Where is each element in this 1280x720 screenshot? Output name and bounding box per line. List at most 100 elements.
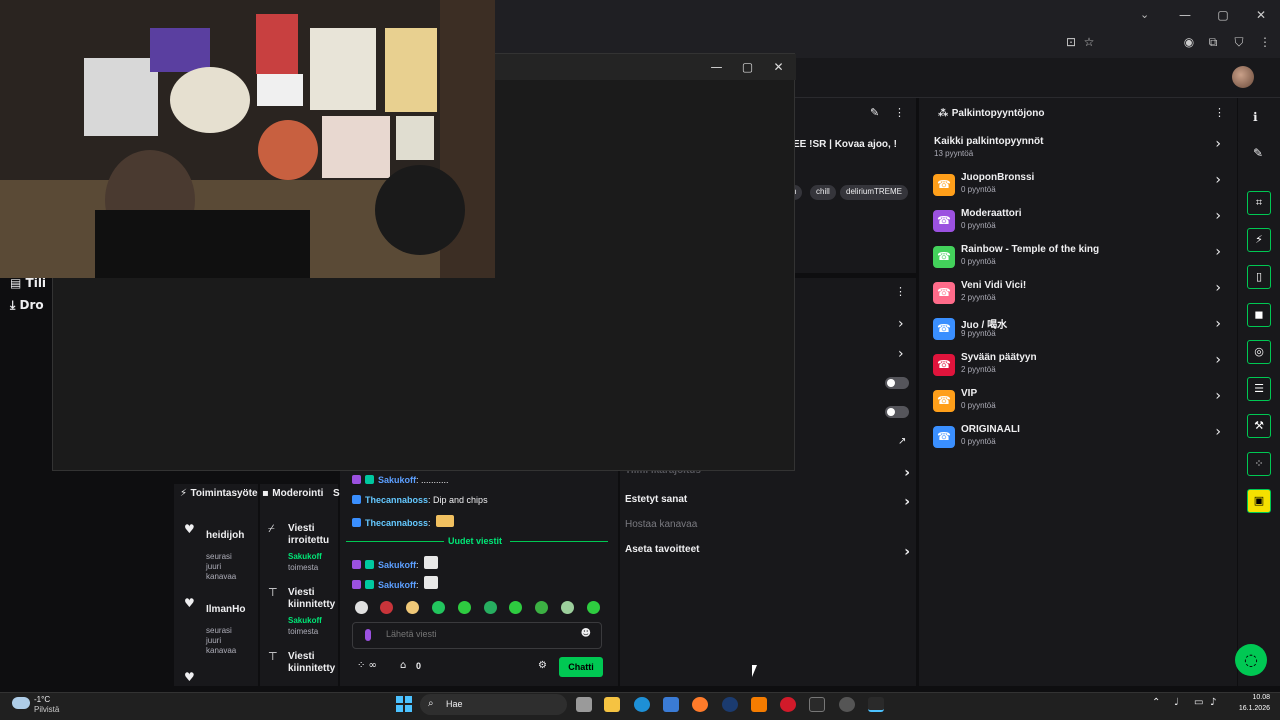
chat-username[interactable]: Sakukoff (378, 580, 416, 590)
chat-username[interactable]: Thecannaboss (365, 518, 428, 528)
popup-maximize-button[interactable]: ▢ (732, 60, 763, 74)
reward-item[interactable]: ☎ JuoponBronssi 0 pyyntöä › (933, 172, 1221, 208)
volume-icon[interactable]: ♪ (1210, 697, 1216, 708)
account-icon[interactable]: ◉ (1180, 35, 1198, 51)
points-icon[interactable]: ⁘ ∞ (357, 660, 377, 671)
left-nav-item-1[interactable]: ▤ Tili (10, 276, 46, 290)
reward-item[interactable]: ☎ Syvään päätyyn 2 pyyntöä › (933, 352, 1221, 388)
chat-bubble-icon[interactable]: ◼ (1247, 303, 1271, 327)
toggle[interactable] (885, 377, 909, 389)
chat-input[interactable] (386, 629, 566, 639)
tab-list-chevron-icon[interactable]: ⌄ (1140, 8, 1149, 21)
pencil-icon[interactable]: ✎ (1253, 146, 1263, 160)
reward-item[interactable]: ☎ ORIGINAALI 0 pyyntöä › (933, 424, 1221, 460)
tag[interactable]: chill (810, 185, 836, 200)
settings-gear-icon[interactable]: ⚙ (538, 660, 547, 671)
emote-icon[interactable] (406, 601, 419, 614)
reward-item[interactable]: ☎ Rainbow - Temple of the king 0 pyyntöä › (933, 244, 1221, 280)
maximize-button[interactable]: ▢ (1204, 8, 1242, 22)
menu-icon[interactable]: ⋮ (1256, 35, 1274, 51)
star-icon[interactable]: ☆ (1080, 35, 1098, 51)
doc-icon[interactable]: ▯ (1247, 265, 1271, 289)
store-icon[interactable] (663, 697, 679, 712)
wrench-icon[interactable]: ⚒ (1247, 414, 1271, 438)
opera-icon[interactable] (780, 697, 796, 712)
more-icon[interactable]: ⋮ (895, 285, 906, 298)
chat-username[interactable]: Sakukoff (378, 475, 416, 485)
task-view-icon[interactable] (576, 697, 592, 712)
reward-item[interactable]: ☎ VIP 0 pyyntöä › (933, 388, 1221, 424)
taskbar-search[interactable]: ⌕ Hae (420, 694, 567, 715)
chat-username[interactable]: Thecannaboss (365, 495, 428, 505)
minimize-button[interactable]: — (1166, 8, 1204, 22)
chat-input-box[interactable]: ☻ (352, 622, 602, 649)
server-icon[interactable]: ☰ (1247, 377, 1271, 401)
popup-minimize-button[interactable]: — (701, 60, 732, 74)
new-messages-divider[interactable]: Uudet viestit (346, 536, 608, 546)
emote-icon[interactable] (509, 601, 522, 614)
emote-icon[interactable] (355, 601, 368, 614)
clip-icon[interactable]: ⌗ (1247, 191, 1271, 215)
reward-item[interactable]: ☎ Juo / 喝水 9 pyyntöä › (933, 316, 1221, 352)
tab-other[interactable]: S (333, 488, 340, 499)
follower-name[interactable]: IlmanHo (206, 604, 245, 615)
cloud-icon[interactable] (12, 697, 30, 709)
shield-icon[interactable]: ⛉ (1230, 35, 1248, 51)
emote-icon[interactable] (458, 601, 471, 614)
toggle[interactable] (885, 406, 909, 418)
settings-row-goals[interactable]: Aseta tavoitteet › (625, 544, 910, 564)
emote-icon[interactable] (432, 601, 445, 614)
store-icon[interactable]: ⌂ (400, 660, 406, 671)
lightning-icon[interactable]: ⚡ (1247, 228, 1271, 252)
install-icon[interactable]: ⊡ (1062, 35, 1080, 51)
reward-all[interactable]: Kaikki palkintopyynnöt 13 pyyntöä › (933, 136, 1221, 172)
obs-icon[interactable] (839, 697, 855, 712)
vlc-icon[interactable] (751, 697, 767, 712)
points-icon[interactable]: ⁘ (1247, 452, 1271, 476)
chevron-right-icon[interactable]: › (898, 316, 904, 332)
emoji-icon[interactable]: ☻ (581, 628, 591, 639)
more-icon[interactable]: ⋮ (894, 106, 905, 119)
file-explorer-icon[interactable] (604, 697, 620, 712)
extensions-icon[interactable]: ⧉ (1204, 35, 1222, 51)
display-icon[interactable]: ▭ (1194, 697, 1203, 708)
avatar[interactable] (1232, 66, 1254, 88)
settings-row-blocked-words[interactable]: Estetyt sanat › (625, 494, 910, 514)
info-icon[interactable]: ℹ (1253, 110, 1258, 124)
left-nav-item-2[interactable]: ⤓ Dro (10, 298, 44, 313)
tray-chevron-icon[interactable]: ⌃ (1152, 697, 1160, 708)
edge-icon[interactable] (634, 697, 650, 712)
tab-moderation[interactable]: ▪ Moderointi (262, 488, 323, 499)
steam-icon[interactable] (722, 697, 738, 712)
mic-icon[interactable]: ♩ (1174, 697, 1179, 708)
settings-row-host[interactable]: Hostaa kanavaa (625, 519, 910, 539)
console-icon[interactable] (868, 697, 884, 712)
emote-icon[interactable] (484, 601, 497, 614)
emote-icon[interactable] (587, 601, 600, 614)
tab-activity[interactable]: ⚡ Toimintasyöte (180, 488, 258, 499)
emote-icon[interactable] (380, 601, 393, 614)
firefox-icon[interactable] (692, 697, 708, 712)
help-button[interactable]: ◌ (1235, 644, 1267, 676)
close-button[interactable]: ✕ (1242, 8, 1280, 22)
windows-start-icon[interactable] (396, 696, 412, 712)
clock-time[interactable]: 10.08 (1252, 694, 1270, 701)
chevron-right-icon[interactable]: › (898, 346, 904, 362)
chart-icon[interactable]: ↗ (898, 436, 906, 447)
follower-name[interactable]: heidijoh (206, 530, 244, 541)
clock-date[interactable]: 16.1.2026 (1239, 705, 1270, 712)
mod-user[interactable]: Sakukoff (288, 552, 322, 561)
chat-username[interactable]: Sakukoff (378, 560, 416, 570)
emote-icon[interactable] (535, 601, 548, 614)
chat-send-button[interactable]: Chatti (559, 657, 603, 677)
weather-temp[interactable]: -1°C (34, 695, 50, 704)
broadcast-icon[interactable]: ◎ (1247, 340, 1271, 364)
edit-icon[interactable]: ✎ (870, 106, 879, 119)
more-icon[interactable]: ⋮ (1214, 106, 1225, 119)
reward-item[interactable]: ☎ Veni Vidi Vici! 2 pyyntöä › (933, 280, 1221, 316)
clapper-icon[interactable]: ▣ (1247, 489, 1271, 513)
popup-close-button[interactable]: ✕ (763, 60, 794, 74)
reward-item[interactable]: ☎ Moderaattori 0 pyyntöä › (933, 208, 1221, 244)
emote-icon[interactable] (561, 601, 574, 614)
tag[interactable]: deliriumTREME (840, 185, 909, 200)
